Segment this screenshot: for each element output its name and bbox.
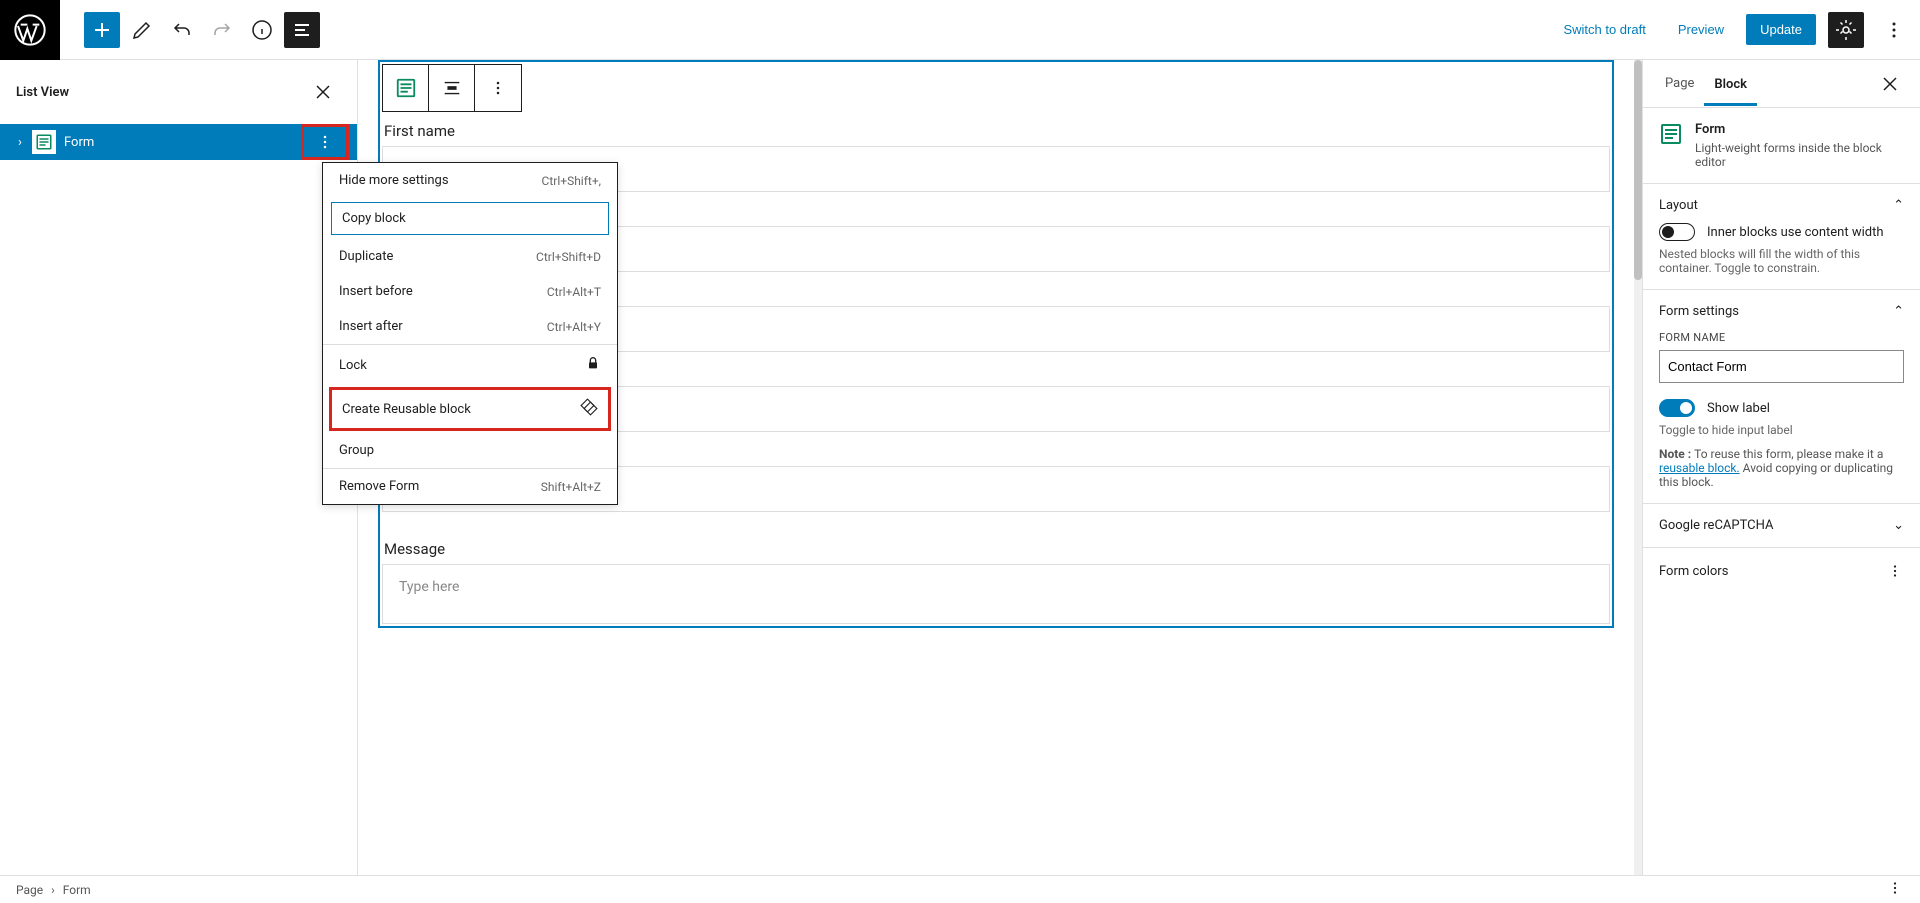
field-label-first-name: First name [380, 114, 1612, 144]
gear-icon [1834, 18, 1858, 42]
switch-to-draft-button[interactable]: Switch to draft [1553, 16, 1655, 43]
section-layout-heading[interactable]: Layout ⌃ [1659, 198, 1904, 213]
canvas-scrollbar[interactable] [1634, 60, 1642, 875]
section-formcolors-heading[interactable]: Form colors [1659, 562, 1904, 580]
toolbar-left [84, 12, 320, 48]
layout-help-text: Nested blocks will fill the width of thi… [1659, 247, 1904, 275]
message-input[interactable]: Type here [382, 564, 1610, 624]
section-recaptcha-heading[interactable]: Google reCAPTCHA ⌄ [1659, 518, 1904, 533]
info-icon [250, 18, 274, 42]
close-icon [311, 80, 335, 104]
kebab-icon [1886, 879, 1904, 897]
align-button[interactable] [429, 65, 475, 111]
block-more-button[interactable] [475, 65, 521, 111]
kebab-icon [1886, 562, 1904, 580]
align-icon [441, 77, 463, 99]
settings-button[interactable] [1828, 12, 1864, 48]
menu-group[interactable]: Group [323, 433, 617, 468]
info-button[interactable] [244, 12, 280, 48]
add-block-button[interactable] [84, 12, 120, 48]
section-form-settings-heading[interactable]: Form settings ⌃ [1659, 304, 1904, 319]
breadcrumb-page[interactable]: Page [16, 883, 43, 897]
pencil-icon [130, 18, 154, 42]
reusable-icon [580, 398, 598, 420]
lock-icon [585, 355, 601, 375]
kebab-icon [488, 78, 508, 98]
toolbar-right: Switch to draft Preview Update [1553, 12, 1920, 48]
listview-toggle-button[interactable] [284, 12, 320, 48]
form-name-input[interactable] [1659, 350, 1904, 383]
wordpress-logo[interactable] [0, 0, 60, 60]
toggle-show-label-label: Show label [1707, 401, 1770, 416]
breadcrumb-form[interactable]: Form [63, 883, 91, 897]
form-block-icon [32, 130, 56, 154]
block-type-button[interactable] [383, 65, 429, 111]
settings-sidebar: Page Block Form Light-weight forms insid… [1642, 60, 1920, 875]
reusable-block-link[interactable]: reusable block. [1659, 461, 1740, 475]
more-options-button[interactable] [1876, 12, 1912, 48]
kebab-icon [1882, 18, 1906, 42]
update-button[interactable]: Update [1746, 14, 1816, 45]
menu-create-reusable-block[interactable]: Create Reusable block [329, 387, 611, 431]
undo-icon [170, 18, 194, 42]
form-name-label: FORM NAME [1659, 331, 1904, 344]
menu-duplicate[interactable]: Duplicate Ctrl+Shift+D [323, 239, 617, 274]
block-options-menu: Hide more settings Ctrl+Shift+, Copy blo… [322, 162, 618, 505]
menu-hide-more-settings[interactable]: Hide more settings Ctrl+Shift+, [323, 163, 617, 198]
toggle-show-label[interactable] [1659, 399, 1695, 417]
listview-title: List View [16, 85, 69, 100]
menu-insert-after[interactable]: Insert after Ctrl+Alt+Y [323, 309, 617, 344]
editor-footer: Page › Form [0, 875, 1920, 903]
kebab-icon [315, 132, 335, 152]
edit-button[interactable] [124, 12, 160, 48]
listview-close-button[interactable] [305, 74, 341, 110]
listview-item-form[interactable]: › Form [0, 124, 357, 160]
close-icon [1878, 72, 1902, 96]
block-title: Form [1695, 122, 1904, 137]
form-icon [1659, 122, 1683, 146]
form-icon [395, 77, 417, 99]
chevron-up-icon: ⌃ [1893, 304, 1904, 319]
listview-item-options-button[interactable] [301, 124, 349, 160]
sidebar-close-button[interactable] [1872, 66, 1908, 102]
menu-lock[interactable]: Lock [323, 345, 617, 385]
block-toolbar [382, 64, 522, 112]
chevron-right-icon: › [51, 883, 55, 897]
chevron-right-icon[interactable]: › [8, 135, 32, 150]
toggle-content-width-label: Inner blocks use content width [1707, 225, 1884, 240]
tab-block[interactable]: Block [1704, 63, 1757, 106]
show-label-help: Toggle to hide input label [1659, 423, 1904, 437]
plus-icon [90, 18, 114, 42]
preview-button[interactable]: Preview [1668, 16, 1734, 43]
redo-icon [210, 18, 234, 42]
chevron-up-icon: ⌃ [1893, 198, 1904, 213]
listview-item-label: Form [64, 135, 94, 150]
undo-button[interactable] [164, 12, 200, 48]
block-description: Light-weight forms inside the block edit… [1695, 141, 1904, 169]
wordpress-icon [14, 14, 46, 46]
menu-insert-before[interactable]: Insert before Ctrl+Alt+T [323, 274, 617, 309]
menu-copy-block[interactable]: Copy block [331, 202, 609, 235]
toggle-content-width[interactable] [1659, 223, 1695, 241]
footer-more-button[interactable] [1886, 879, 1904, 900]
listview-icon [290, 18, 314, 42]
redo-button[interactable] [204, 12, 240, 48]
reusable-note: Note : To reuse this form, please make i… [1659, 447, 1904, 489]
menu-remove-form[interactable]: Remove Form Shift+Alt+Z [323, 469, 617, 504]
tab-page[interactable]: Page [1655, 62, 1704, 105]
field-label-message: Message [380, 532, 1612, 562]
chevron-down-icon: ⌄ [1893, 518, 1904, 533]
editor-topbar: Switch to draft Preview Update [0, 0, 1920, 60]
listview-header: List View [0, 60, 357, 124]
block-info: Form Light-weight forms inside the block… [1659, 122, 1904, 169]
listview-panel: List View › Form [0, 60, 358, 875]
